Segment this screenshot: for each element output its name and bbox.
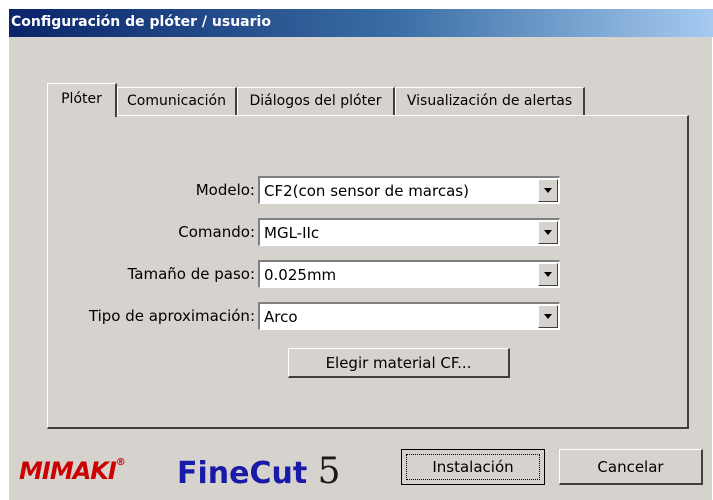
chevron-down-icon [544, 188, 552, 193]
comando-label: Comando: [178, 223, 255, 241]
modelo-value: CF2(con sensor de marcas) [264, 182, 469, 200]
tipo-aproximacion-select[interactable]: Arco [258, 302, 560, 330]
tab-panel-ploter: Modelo: CF2(con sensor de marcas) Comand… [47, 115, 689, 429]
tipo-aproximacion-label: Tipo de aproximación: [88, 307, 255, 325]
comando-dropdown-button[interactable] [538, 221, 558, 244]
chevron-down-icon [544, 230, 552, 235]
tab-label: Diálogos del plóter [249, 93, 382, 109]
tipo-aproximacion-value: Arco [264, 308, 298, 326]
finecut-logo: FineCut 5 [159, 443, 369, 499]
tab-comunicacion[interactable]: Comunicación [117, 87, 237, 115]
tipo-aproximacion-dropdown-button[interactable] [538, 305, 558, 328]
tab-label: Plóter [61, 91, 102, 107]
tab-label: Visualización de alertas [406, 93, 573, 109]
window-title: Configuración de plóter / usuario [11, 14, 271, 30]
modelo-dropdown-button[interactable] [538, 179, 558, 202]
finecut-logo-text: FineCut 5 [177, 451, 341, 492]
instalacion-label: Instalación [432, 458, 514, 476]
tamano-paso-select[interactable]: 0.025mm [258, 260, 560, 288]
modelo-label: Modelo: [195, 181, 255, 199]
modelo-select[interactable]: CF2(con sensor de marcas) [258, 176, 560, 204]
title-bar[interactable]: Configuración de plóter / usuario [9, 9, 713, 37]
tamano-paso-label: Tamaño de paso: [127, 265, 255, 283]
elegir-material-label: Elegir material CF... [325, 354, 472, 372]
comando-value: MGL-IIc [264, 224, 320, 242]
tab-visualizacion-de-alertas[interactable]: Visualización de alertas [395, 87, 585, 115]
chevron-down-icon [544, 272, 552, 277]
tab-label: Comunicación [127, 93, 226, 109]
cancelar-label: Cancelar [597, 458, 664, 476]
comando-select[interactable]: MGL-IIc [258, 218, 560, 246]
elegir-material-button[interactable]: Elegir material CF... [288, 348, 510, 378]
tab-ploter[interactable]: Plóter [47, 83, 117, 117]
mimaki-logo-text: MIMAKI® [19, 457, 126, 485]
tamano-paso-dropdown-button[interactable] [538, 263, 558, 286]
mimaki-logo: MIMAKI® [11, 443, 153, 499]
tamano-paso-value: 0.025mm [264, 266, 337, 284]
tab-dialogos-del-ploter[interactable]: Diálogos del plóter [237, 87, 395, 115]
cancelar-button[interactable]: Cancelar [559, 449, 703, 485]
settings-dialog: Configuración de plóter / usuario Plóter… [8, 8, 713, 500]
chevron-down-icon [544, 314, 552, 319]
instalacion-button[interactable]: Instalación [401, 449, 545, 485]
